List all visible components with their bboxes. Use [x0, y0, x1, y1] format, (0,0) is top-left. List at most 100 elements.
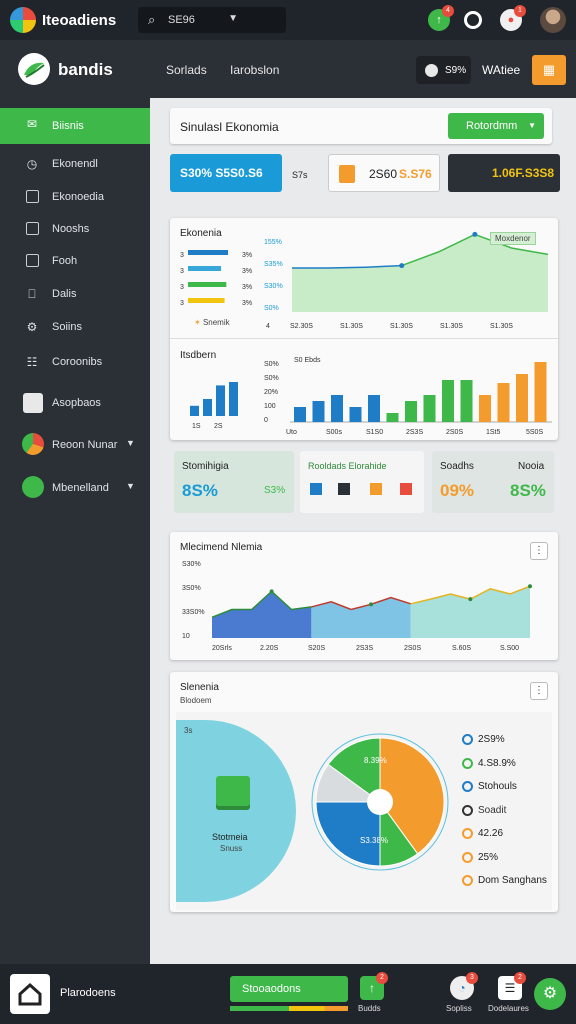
mini-bar — [203, 399, 212, 416]
y-tick-label: 0 — [264, 417, 268, 424]
x-tick-label: S.60S — [452, 645, 471, 652]
sidebar-item-3[interactable]: Ekonoedia — [0, 181, 150, 213]
y-tick-label: 33S0% — [182, 609, 205, 616]
tile-2[interactable]: Rooldads Elorahide — [300, 451, 424, 513]
briefcase-icon — [370, 483, 382, 495]
folder-icon — [26, 222, 39, 235]
run-button[interactable]: Rotordmm ▼ — [448, 113, 544, 139]
sidebar-item-5[interactable]: Fooh — [0, 245, 150, 277]
cube-label: Stotmeia — [212, 832, 248, 842]
clipboard-icon — [339, 165, 355, 183]
bar — [405, 401, 417, 422]
mini-label: 2S — [214, 423, 223, 430]
hbar — [188, 298, 225, 303]
x-tick-label: S.S00 — [500, 645, 519, 652]
page-title: Sinulasl Ekonomia — [180, 120, 279, 134]
package-icon — [216, 776, 250, 806]
sidebar-item-10[interactable]: Reoon Nunar ▼ — [0, 429, 150, 461]
stat-card-b[interactable]: 2S60 S.S76 — [328, 154, 440, 192]
bar — [497, 383, 510, 422]
search-value: SE96 — [168, 14, 195, 26]
status-pill[interactable]: S9% — [416, 56, 471, 84]
search-input[interactable]: ⌕ SE96 ▼ — [138, 7, 286, 33]
x-tick-label: 20Srls — [212, 645, 232, 652]
page-icon — [26, 254, 39, 267]
footer-bar: Plarodoens Stooaodons ↑ 2 Budds ◔ 3 Soplis… — [0, 964, 576, 1024]
sidebar-item-11[interactable]: Mbenelland ▼ — [0, 472, 150, 504]
chart-icon[interactable]: ↑ 4 — [428, 5, 454, 31]
tile-1[interactable]: Stomihigia 8S% S3% — [174, 451, 294, 513]
chat-icon: ☷ — [26, 355, 38, 369]
bar — [423, 395, 436, 422]
pie-top-label: 8.39% — [364, 756, 387, 765]
header-action-link[interactable]: WAtiee — [482, 63, 520, 77]
cart-icon — [400, 483, 412, 495]
chart-icon — [310, 483, 322, 495]
legend-dot-icon — [462, 757, 473, 769]
home-button[interactable] — [10, 974, 50, 1014]
globe-icon — [425, 64, 438, 77]
y-tick-label: 10 — [182, 633, 190, 640]
more-options-icon[interactable]: ⋮ — [530, 682, 548, 700]
nav-link-2[interactable]: Iarobslon — [230, 63, 279, 77]
document-icon[interactable]: ☰ 2 — [498, 972, 526, 1000]
nav-link-1[interactable]: Sorlads — [166, 63, 207, 77]
alert-icon[interactable]: ● 1 — [500, 5, 526, 31]
bag-icon: ⎕ — [28, 287, 36, 301]
panel-title: Mlecimend Nlemia — [180, 542, 263, 553]
panel-subtitle: Blodoem — [180, 696, 212, 705]
budget-icon[interactable]: ↑ 2 — [360, 972, 388, 1000]
sidebar-item-6[interactable]: ⎕ Dalis — [0, 278, 150, 310]
bar — [294, 407, 306, 422]
settings-gear-icon[interactable]: ⚙ — [534, 978, 566, 1010]
hbar-value: 3% — [242, 300, 252, 307]
sidebar-item-4[interactable]: Nooshs — [0, 213, 150, 245]
tile-3[interactable]: Soadhs Nooia 09% 8S% — [432, 451, 554, 513]
x-tick-label: 2S0S — [446, 429, 463, 436]
clock-icon: ◷ — [26, 157, 38, 171]
record-icon[interactable] — [464, 11, 482, 29]
area-fill — [292, 234, 548, 312]
y-tick-label: 155% — [264, 239, 282, 246]
line-chart-card: Mlecimend Nlemia ⋮ S30% 3S0% 33S0% 10 20Srls… — [170, 532, 558, 660]
sidebar-item-7[interactable]: ⚙ Soiins — [0, 311, 150, 343]
y-tick-label: S0% — [264, 361, 279, 368]
sidebar-item-8[interactable]: ☷ Coroonibs — [0, 346, 150, 378]
avatar[interactable] — [540, 7, 566, 33]
x-tick-label: 2S0S — [404, 645, 421, 652]
calendar-button[interactable]: ▦ — [532, 55, 566, 85]
hbar-label: 3 — [180, 284, 184, 291]
legend-text: 25% — [478, 851, 499, 863]
hbar-value: 3% — [242, 268, 252, 275]
supplies-icon[interactable]: ◔ 3 — [450, 972, 478, 1000]
legend-dot-icon — [462, 734, 473, 745]
y-tick-label: S30% — [182, 561, 201, 568]
line-chart: S30% 3S0% 33S0% 10 20Srls 2.20S S20S 2S3S 2S0S S.… — [182, 561, 532, 652]
hbar-label: 3 — [180, 252, 184, 259]
search-icon: ⌕ — [148, 12, 156, 27]
chevron-down-icon[interactable]: ▼ — [126, 438, 135, 448]
data-point — [269, 589, 274, 594]
data-point — [472, 231, 478, 237]
chevron-down-icon[interactable]: ▼ — [126, 481, 135, 491]
x-tick-label: S00s — [326, 429, 342, 436]
data-point — [528, 584, 532, 589]
settings-icon: ⚙ — [26, 320, 38, 334]
stat-card-a[interactable]: S30% S5S0.S6 — [170, 154, 282, 192]
sidebar-item-business[interactable]: ✉ Biisnis — [0, 108, 150, 144]
sidebar-item-2[interactable]: ◷ Ekonendl — [0, 148, 150, 180]
chevron-down-icon[interactable]: ▼ — [228, 13, 238, 24]
bar — [534, 362, 547, 422]
user-icon — [22, 476, 44, 498]
pie-center-label: S3.38% — [360, 836, 389, 845]
footer-primary-button[interactable]: Stooaodons — [230, 976, 348, 1002]
legend-dot-icon — [462, 828, 473, 839]
sidebar-item-9[interactable]: Asopbaos — [0, 387, 150, 419]
stat-card-c[interactable]: 1.06F.S3S8 — [448, 154, 560, 192]
y-tick-label: S0% — [264, 305, 279, 312]
brand-name: bandis — [58, 60, 113, 79]
stat-label: S7s — [292, 170, 308, 180]
hbar — [188, 282, 227, 287]
legend-dot-icon — [462, 781, 473, 792]
flower-icon — [22, 433, 44, 455]
